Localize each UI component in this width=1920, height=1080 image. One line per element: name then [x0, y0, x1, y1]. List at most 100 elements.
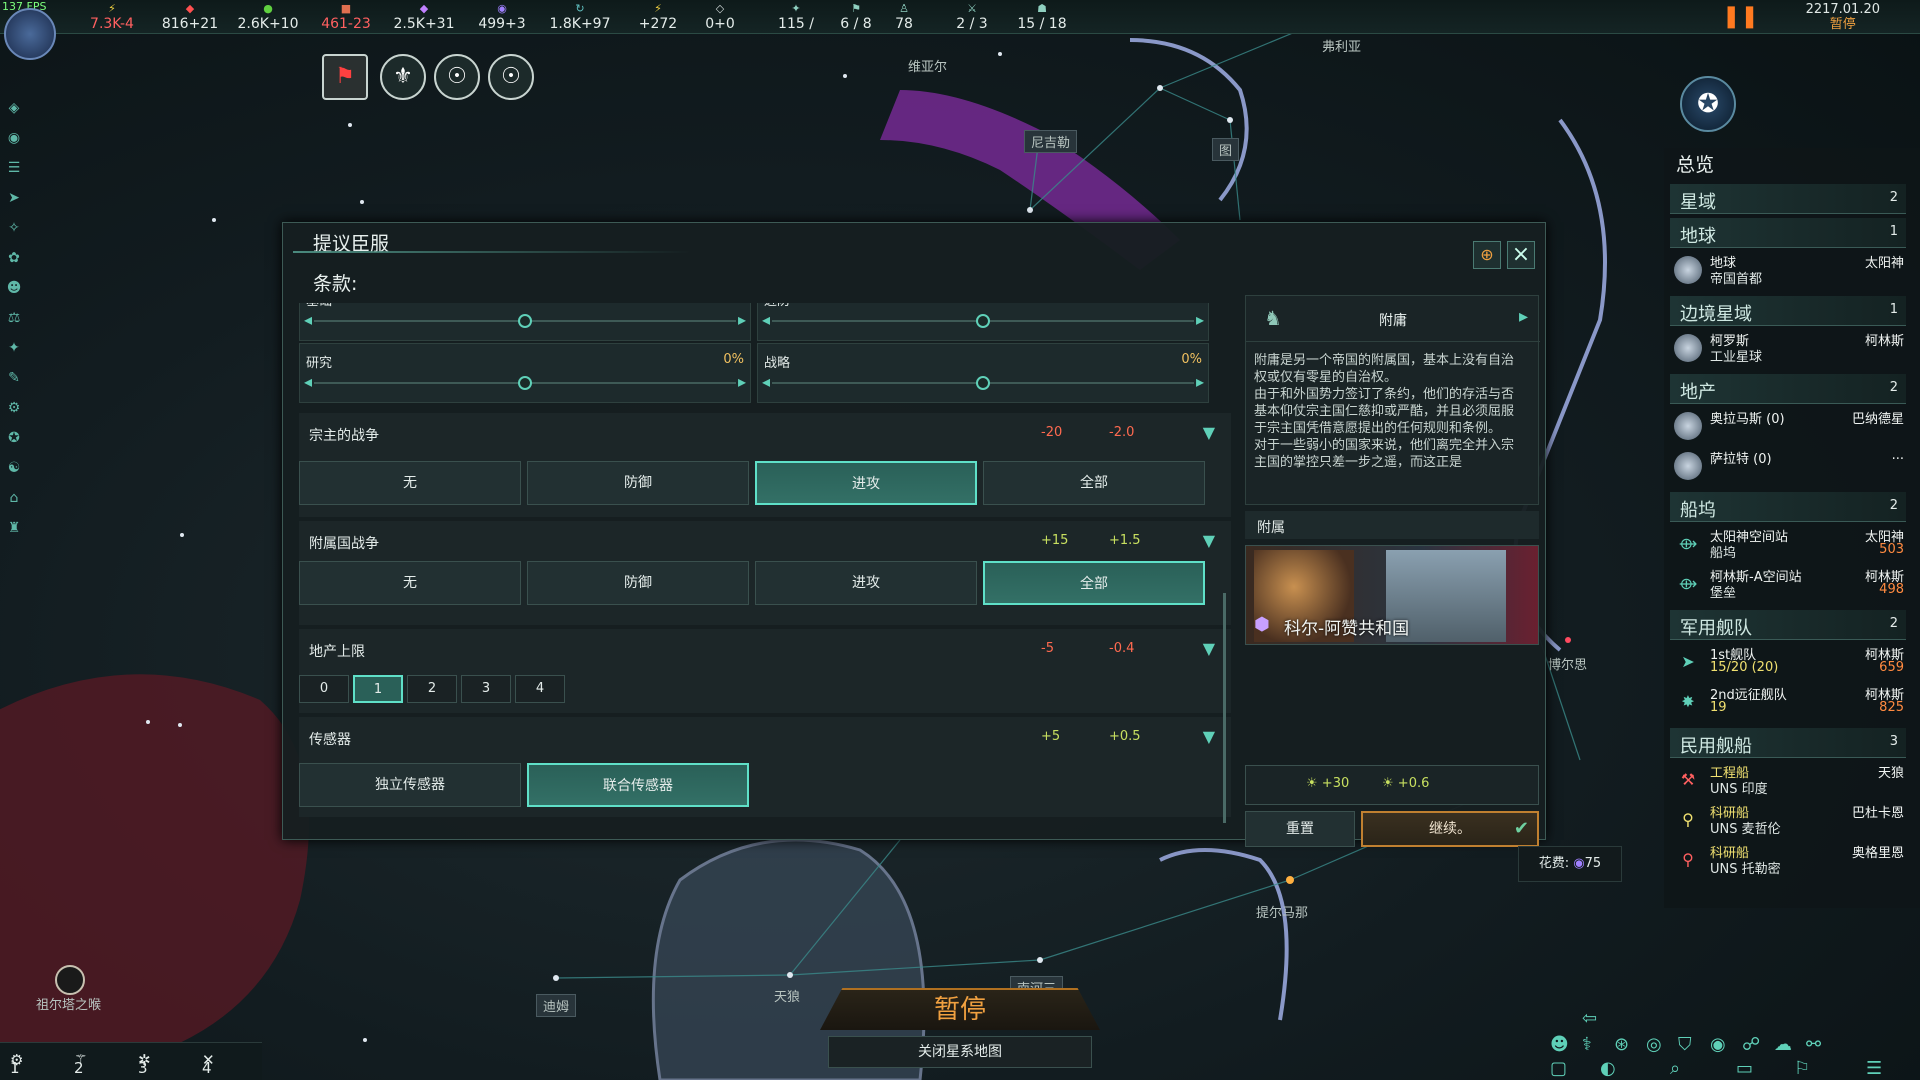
- option-defense[interactable]: 防御: [527, 461, 749, 505]
- slider-knob[interactable]: [976, 314, 990, 328]
- map-filter-icon[interactable]: ☻: [1550, 1034, 1569, 1055]
- resource-unity[interactable]: ↻ 1.8K+97: [540, 2, 620, 32]
- option-offense[interactable]: 进攻: [755, 461, 977, 505]
- galactic-overview-icon[interactable]: ✪: [1680, 76, 1736, 132]
- resource-influence[interactable]: ◉ 499+3: [462, 2, 542, 32]
- close-button[interactable]: ×: [1507, 241, 1535, 269]
- holdings-option[interactable]: 2: [407, 675, 457, 703]
- holdings-option[interactable]: 4: [515, 675, 565, 703]
- system-label[interactable]: 祖尔塔之喉: [36, 994, 101, 1013]
- system-label[interactable]: 图: [1212, 138, 1240, 161]
- game-date[interactable]: 2217.01.20 暂停: [1806, 2, 1880, 32]
- outliner-planet-korus[interactable]: 柯罗斯 工业星球 柯林斯: [1670, 328, 1906, 368]
- relics-icon[interactable]: ♜: [4, 520, 24, 540]
- outliner-category-sectors[interactable]: 星域 2: [1670, 184, 1906, 214]
- resource-food[interactable]: ● 2.6K+10: [228, 2, 308, 32]
- system-label[interactable]: 尼吉勒: [1024, 130, 1078, 153]
- outliner-category-earth[interactable]: 地球 1: [1670, 218, 1906, 248]
- chat-icon[interactable]: ▭: [1736, 1058, 1753, 1079]
- slider-knob[interactable]: [518, 376, 532, 390]
- option-none[interactable]: 无: [299, 461, 521, 505]
- system-label[interactable]: 博尔思: [1548, 654, 1587, 673]
- flag-icon[interactable]: ⚐: [1794, 1058, 1810, 1079]
- outliner-fleet[interactable]: ✸ 2nd远征舰队 19 柯林斯 825: [1670, 682, 1906, 722]
- factions-icon[interactable]: ✦: [4, 340, 24, 360]
- focus-icon[interactable]: ◎: [1646, 1034, 1662, 1055]
- alert-flag-icon[interactable]: ⚑: [322, 54, 368, 100]
- outliner-category-fleets[interactable]: 军用舰队 2: [1670, 610, 1906, 640]
- arrow-right-icon[interactable]: ▸: [738, 310, 746, 329]
- close-galaxy-map-button[interactable]: 关闭星系地图: [828, 1036, 1092, 1068]
- chevron-down-icon[interactable]: ▼: [1203, 727, 1215, 746]
- shield-icon[interactable]: ⛉: [1678, 1034, 1692, 1055]
- terms-scrollbar[interactable]: [1223, 593, 1226, 823]
- fleets-icon[interactable]: ➤: [4, 190, 24, 210]
- control-group-2[interactable]: 2 ⚚: [74, 1051, 87, 1077]
- resource-strategic[interactable]: ◇ 0+0: [680, 2, 760, 32]
- continue-button[interactable]: 继续。 ✔: [1361, 811, 1539, 847]
- slider-knob[interactable]: [976, 376, 990, 390]
- system-label[interactable]: 提尔马那: [1256, 902, 1308, 921]
- arrow-right-icon[interactable]: ▸: [738, 372, 746, 391]
- reset-button[interactable]: 重置: [1245, 811, 1355, 847]
- holdings-option[interactable]: 0: [299, 675, 349, 703]
- outliner-civilian-ship[interactable]: ⚲ 科研船 UNS 托勒密 奥格里恩: [1670, 840, 1906, 880]
- empire-emblem-icon[interactable]: [4, 8, 56, 60]
- government-icon[interactable]: ◈: [4, 100, 24, 120]
- traditions-icon[interactable]: ✿: [4, 250, 24, 270]
- outliner-civilian-ship[interactable]: ⚒ 工程船 UNS 印度 天狼: [1670, 760, 1906, 800]
- option-none[interactable]: 无: [299, 561, 521, 605]
- planet-view-icon[interactable]: ◐: [1600, 1058, 1616, 1079]
- outliner-starbase[interactable]: ⟴ 太阳神空间站 船坞 太阳神 503: [1670, 524, 1906, 564]
- chevron-down-icon[interactable]: ▼: [1203, 423, 1215, 442]
- hyperlane-icon[interactable]: ⚕: [1582, 1034, 1592, 1055]
- resource-consumer-goods[interactable]: ■ 461-23: [306, 2, 386, 32]
- species-icon[interactable]: ☻: [4, 280, 24, 300]
- outliner-category-frontier[interactable]: 边境星域 1: [1670, 296, 1906, 326]
- sensor-alert-icon[interactable]: ☉: [434, 54, 480, 100]
- option-independent-sensors[interactable]: 独立传感器: [299, 763, 521, 807]
- square-icon[interactable]: ▢: [1550, 1058, 1567, 1079]
- pin-icon[interactable]: ⊕: [1473, 241, 1501, 269]
- system-label[interactable]: 弗利亚: [1322, 36, 1361, 55]
- control-group-1[interactable]: 1 ⚙: [10, 1051, 23, 1077]
- outliner-category-holdings[interactable]: 地产 2: [1670, 374, 1906, 404]
- chevron-down-icon[interactable]: ▼: [1203, 639, 1215, 658]
- system-label[interactable]: 迪姆: [536, 994, 577, 1017]
- arrow-left-icon[interactable]: ◂: [304, 310, 312, 329]
- option-shared-sensors[interactable]: 联合传感器: [527, 763, 749, 807]
- system-label[interactable]: 天狼: [774, 986, 800, 1005]
- option-offense[interactable]: 进攻: [755, 561, 977, 605]
- crisis-alert-icon[interactable]: ⚜: [380, 54, 426, 100]
- outliner-category-civilian[interactable]: 民用舰船 3: [1670, 728, 1906, 758]
- pause-button[interactable]: ❚❚: [1722, 4, 1759, 30]
- search-icon[interactable]: ⌕: [1670, 1058, 1680, 1079]
- system-label[interactable]: 维亚尔: [908, 56, 947, 75]
- resource-capacity[interactable]: ☗ 15 / 18: [1002, 2, 1082, 32]
- cloud-icon[interactable]: ☁: [1774, 1034, 1792, 1055]
- option-defense[interactable]: 防御: [527, 561, 749, 605]
- technology-icon[interactable]: ✧: [4, 220, 24, 240]
- control-group-4[interactable]: 4 ✕: [202, 1051, 215, 1077]
- eye-icon[interactable]: ◉: [1710, 1034, 1726, 1055]
- slider-defense[interactable]: 近防 0% ◂▸: [757, 303, 1209, 341]
- arrow-right-icon[interactable]: ▸: [1196, 372, 1204, 391]
- outliner-category-starbases[interactable]: 船坞 2: [1670, 492, 1906, 522]
- outliner-civilian-ship[interactable]: ⚲ 科研船 UNS 麦哲伦 巴杜卡恩: [1670, 800, 1906, 840]
- back-arrow-icon[interactable]: ⇦: [1582, 1008, 1597, 1029]
- arrow-left-icon[interactable]: ◂: [762, 372, 770, 391]
- slider-research[interactable]: 研究 0% ◂ ▸: [299, 343, 751, 403]
- holdings-option[interactable]: 3: [461, 675, 511, 703]
- arrow-right-icon[interactable]: ▸: [1519, 306, 1528, 327]
- outliner-holding[interactable]: 萨拉特 (0)...: [1670, 446, 1906, 486]
- resource-energy[interactable]: ⚡ 7.3K-4: [72, 2, 152, 32]
- outliner-fleet[interactable]: ➤ 1st舰队 15/20 (20) 柯林斯 659: [1670, 642, 1906, 682]
- galactic-community-icon[interactable]: ⌂: [4, 490, 24, 510]
- slider-knob[interactable]: [518, 314, 532, 328]
- option-all[interactable]: 全部: [983, 561, 1205, 605]
- chevron-down-icon[interactable]: ▼: [1203, 531, 1215, 550]
- arrow-right-icon[interactable]: ▸: [1196, 310, 1204, 329]
- control-group-3[interactable]: 3 ✲: [138, 1051, 151, 1077]
- menu-icon[interactable]: ☰: [1866, 1058, 1882, 1079]
- target-icon[interactable]: ⊛: [1614, 1034, 1629, 1055]
